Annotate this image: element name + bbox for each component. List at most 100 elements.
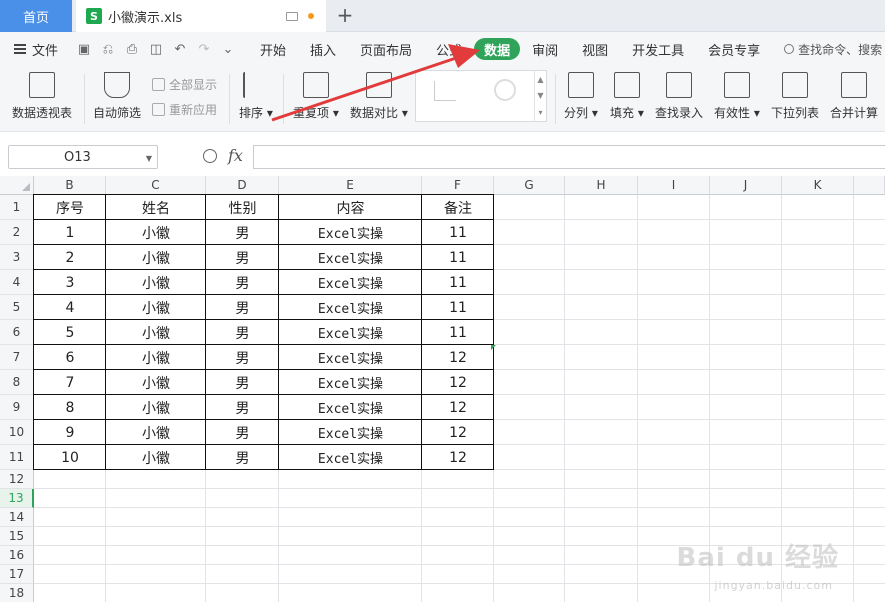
table-cell[interactable]: 11 [422,270,494,295]
table-cell[interactable]: Excel实操 [279,445,422,470]
row-header-10[interactable]: 10 [0,420,34,445]
table-cell[interactable]: 6 [34,345,106,370]
tab-home[interactable]: 首页 [0,0,72,32]
format-painter-icon[interactable]: ⎌ [100,42,116,57]
table-header-cell[interactable]: 内容 [279,195,422,220]
row-header-2[interactable]: 2 [0,220,34,245]
row-header-14[interactable]: 14 [0,508,34,527]
gallery-scroll[interactable]: ▲ ▼ ▾ [534,71,546,121]
table-cell[interactable]: Excel实操 [279,270,422,295]
table-cell[interactable]: 12 [422,370,494,395]
table-cell[interactable]: 小徽 [106,295,206,320]
table-cell[interactable]: 11 [422,220,494,245]
column-header-b[interactable]: B [34,176,106,195]
tab-view[interactable]: 视图 [570,38,620,60]
table-cell[interactable]: 11 [422,320,494,345]
chevron-down-icon[interactable]: ▼ [146,154,152,163]
row-header-8[interactable]: 8 [0,370,34,395]
table-cell[interactable]: 8 [34,395,106,420]
table-cell[interactable]: 男 [206,445,279,470]
table-cell[interactable]: Excel实操 [279,370,422,395]
file-menu[interactable]: 文件 [0,40,68,59]
row-header-6[interactable]: 6 [0,320,34,345]
table-cell[interactable]: 小徽 [106,270,206,295]
table-cell[interactable]: 男 [206,420,279,445]
table-cell[interactable]: 1 [34,220,106,245]
table-cell[interactable]: 11 [422,295,494,320]
column-header-overflow[interactable] [854,176,885,195]
autofilter-button[interactable]: 自动筛选 [93,72,141,121]
redo-icon[interactable]: ↷ [196,42,212,57]
table-cell[interactable]: 男 [206,220,279,245]
consolidate-button[interactable]: 合并计算 [830,72,878,121]
validity-button[interactable]: 有效性 ▾ [714,72,760,121]
table-cell[interactable]: 男 [206,245,279,270]
name-box[interactable]: O13 ▼ [8,145,158,169]
dropdown-list-button[interactable]: 下拉列表 [771,72,819,121]
table-cell[interactable]: 男 [206,320,279,345]
column-header-f[interactable]: F [422,176,494,195]
formula-input[interactable] [253,145,885,169]
table-header-cell[interactable]: 性别 [206,195,279,220]
undo-icon[interactable]: ↶ [172,42,188,57]
monitor-icon[interactable] [286,11,298,21]
sort-button[interactable]: 排序 ▾ [239,72,273,121]
table-cell[interactable]: 12 [422,420,494,445]
table-cell[interactable]: 小徽 [106,345,206,370]
table-header-cell[interactable]: 姓名 [106,195,206,220]
row-header-9[interactable]: 9 [0,395,34,420]
show-all-button[interactable]: 全部显示 [152,76,217,93]
table-cell[interactable]: Excel实操 [279,220,422,245]
chevron-up-icon[interactable]: ▲ [537,75,543,84]
tab-file[interactable]: S 小徽演示.xls [76,0,326,32]
print-icon[interactable]: ⎙ [124,42,140,57]
duplicates-button[interactable]: 重复项 ▾ [293,72,339,121]
table-cell[interactable]: 11 [422,245,494,270]
tab-data[interactable]: 数据 [474,38,521,60]
row-header-1[interactable]: 1 [0,195,34,220]
table-cell[interactable]: 男 [206,395,279,420]
tab-developer[interactable]: 开发工具 [620,38,696,60]
table-cell[interactable]: 男 [206,370,279,395]
split-column-button[interactable]: 分列 ▾ [564,72,598,121]
table-cell[interactable]: 男 [206,270,279,295]
fill-button[interactable]: 填充 ▾ [610,72,644,121]
chart-style-gallery[interactable]: ▲ ▼ ▾ [415,70,547,122]
table-cell[interactable]: 小徽 [106,420,206,445]
table-cell[interactable]: 4 [34,295,106,320]
table-cell[interactable]: 男 [206,295,279,320]
column-header-c[interactable]: C [106,176,206,195]
table-cell[interactable]: Excel实操 [279,245,422,270]
table-cell[interactable]: 10 [34,445,106,470]
table-cell[interactable]: 小徽 [106,245,206,270]
table-header-cell[interactable]: 序号 [34,195,106,220]
table-cell[interactable]: 小徽 [106,220,206,245]
line-chart-thumbnail-icon[interactable] [434,81,456,101]
table-cell[interactable]: 9 [34,420,106,445]
table-cell[interactable]: 小徽 [106,445,206,470]
save-icon[interactable]: ▣ [76,42,92,57]
table-cell[interactable]: 5 [34,320,106,345]
column-header-k[interactable]: K [782,176,854,195]
table-cell[interactable]: 7 [34,370,106,395]
table-cell[interactable]: 男 [206,345,279,370]
print-preview-icon[interactable]: ◫ [148,42,164,57]
row-header-15[interactable]: 15 [0,527,34,546]
table-cell[interactable]: Excel实操 [279,295,422,320]
column-header-h[interactable]: H [565,176,638,195]
zoom-icon[interactable] [203,149,217,163]
tab-start[interactable]: 开始 [248,38,298,60]
table-header-cell[interactable]: 备注 [422,195,494,220]
lookup-entry-button[interactable]: 查找录入 [655,72,703,121]
table-cell[interactable]: 3 [34,270,106,295]
tab-insert[interactable]: 插入 [298,38,348,60]
row-header-12[interactable]: 12 [0,470,34,489]
row-header-13[interactable]: 13 [0,489,34,508]
table-cell[interactable]: Excel实操 [279,420,422,445]
tab-formulas[interactable]: 公式 [424,38,474,60]
row-header-17[interactable]: 17 [0,565,34,584]
row-header-16[interactable]: 16 [0,546,34,565]
table-cell[interactable]: Excel实操 [279,395,422,420]
table-cell[interactable]: 12 [422,445,494,470]
chevron-down-icon[interactable]: ⌄ [220,42,236,57]
